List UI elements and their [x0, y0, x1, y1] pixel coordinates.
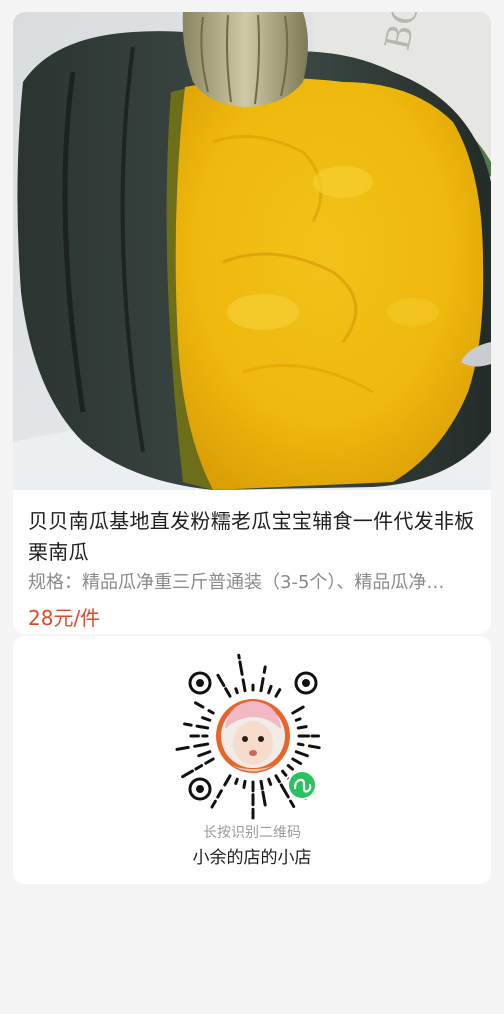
code-ray	[274, 688, 282, 698]
code-ray	[193, 701, 205, 709]
product-image[interactable]: BC1	[13, 12, 491, 490]
product-title: 贝贝南瓜基地直发粉糯老瓜宝宝辅食一件代发非板栗南瓜	[28, 509, 475, 564]
code-ray	[286, 764, 295, 771]
mini-program-code[interactable]	[168, 651, 338, 821]
code-ray	[294, 717, 302, 722]
code-ray	[242, 779, 247, 789]
code-ray	[197, 750, 212, 758]
qr-scan-hint: 长按识别二维码	[203, 825, 301, 841]
store-avatar	[213, 696, 293, 776]
code-ray	[201, 716, 212, 722]
code-ray	[238, 660, 244, 676]
product-card[interactable]: BC1 贝贝南瓜基地直发粉糯老瓜宝宝辅食一件代发非板栗南瓜 规格：精品瓜净重三斤…	[13, 12, 491, 634]
code-ray	[307, 744, 321, 750]
code-ray	[216, 673, 226, 688]
code-ray	[296, 725, 308, 730]
code-ray	[281, 769, 288, 777]
code-ray	[204, 757, 215, 765]
wechat-mini-program-icon	[287, 770, 317, 800]
code-ray	[224, 687, 232, 698]
code-ray	[223, 774, 232, 787]
code-ray	[207, 709, 215, 715]
code-ray	[175, 745, 190, 751]
code-ray	[181, 769, 195, 779]
code-ray	[294, 750, 309, 758]
code-ray	[234, 687, 239, 695]
code-ray	[267, 777, 273, 786]
product-spec: 规格：精品瓜净重三斤普通装（3-5个）、精品瓜净重五斤装	[28, 572, 458, 593]
mini-program-qr-card: 长按识别二维码 小余的店的小店	[13, 636, 491, 884]
code-ray	[259, 779, 264, 791]
code-ray	[261, 790, 267, 807]
product-price: 28元/件	[28, 606, 101, 630]
code-ray	[193, 742, 210, 748]
code-ray	[267, 684, 273, 695]
code-ray	[259, 677, 265, 693]
code-ray	[194, 764, 204, 771]
finder-mark-bottom-left	[188, 777, 212, 801]
code-ray	[291, 705, 305, 715]
code-ray	[289, 799, 296, 809]
code-ray	[216, 789, 223, 799]
code-ray	[241, 678, 247, 693]
code-ray	[296, 742, 305, 747]
code-ray	[183, 722, 193, 727]
finder-mark-top-left	[188, 671, 212, 695]
code-ray	[234, 777, 239, 785]
code-ray	[210, 799, 217, 809]
store-name: 小余的店的小店	[192, 848, 312, 868]
finder-mark-top-right	[294, 671, 318, 695]
code-ray	[195, 724, 210, 730]
code-ray	[262, 665, 267, 674]
code-ray	[291, 757, 303, 765]
code-ray	[274, 774, 281, 784]
